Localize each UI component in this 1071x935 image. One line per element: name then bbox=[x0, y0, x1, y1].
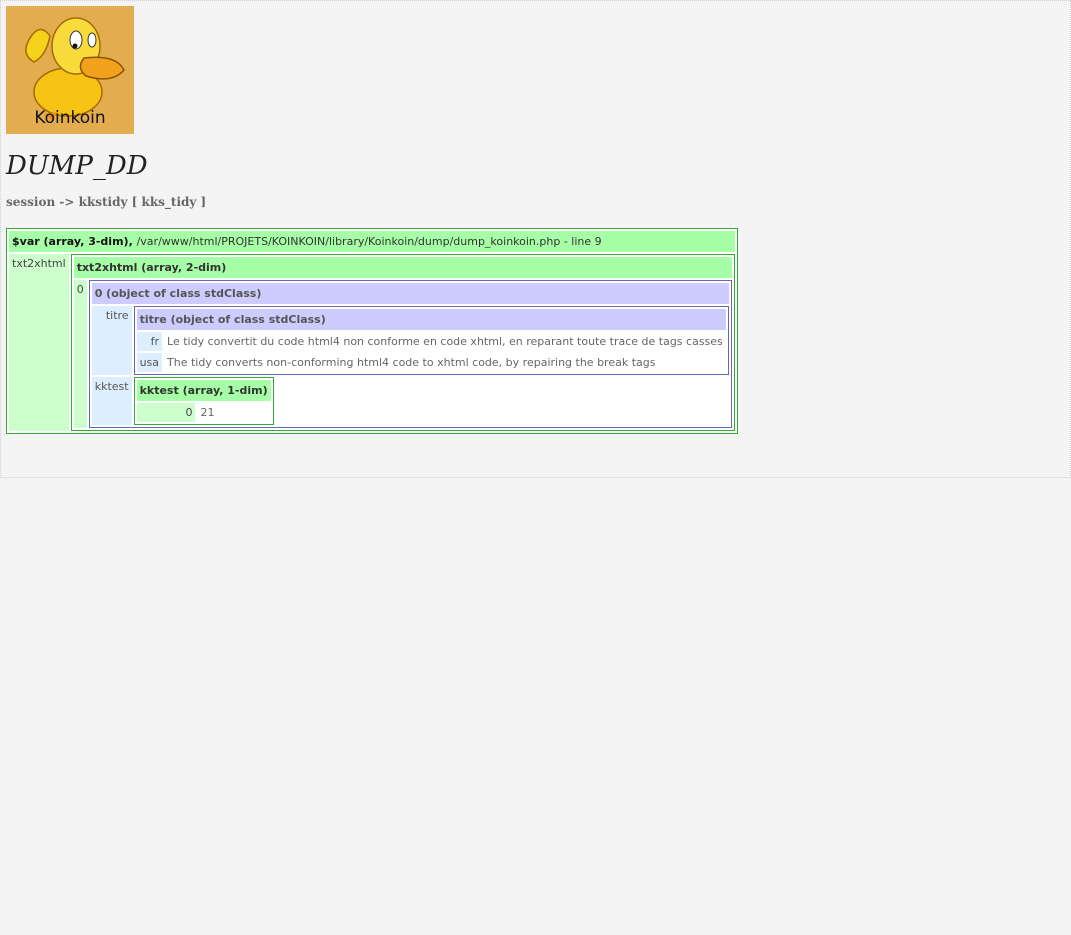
key-0: 0 bbox=[73, 280, 87, 428]
page-title: DUMP_DD bbox=[6, 151, 148, 181]
breadcrumb-key: [ kks_tidy ] bbox=[131, 195, 207, 209]
breadcrumb: session -> kkstidy [ kks_tidy ] bbox=[6, 195, 206, 209]
dump-table-kktest: kktest (array, 1-dim) 0 21 bbox=[133, 377, 274, 425]
key-kktest: kktest bbox=[91, 377, 132, 425]
txt2xhtml-header: txt2xhtml (array, 2-dim) bbox=[73, 257, 732, 278]
dump-header: $var (array, 3-dim), /var/www/html/PROJE… bbox=[9, 231, 735, 252]
logo: Koinkoin bbox=[6, 6, 134, 134]
value-usa: The tidy converts non-conforming html4 c… bbox=[164, 353, 726, 372]
dump-object-0: 0 (object of class stdClass) titre titre… bbox=[88, 280, 732, 428]
object-0-header: 0 (object of class stdClass) bbox=[91, 283, 729, 304]
logo-text: Koinkoin bbox=[34, 108, 106, 128]
table-row: usa The tidy converts non-conforming htm… bbox=[136, 353, 726, 372]
dump-table-var: $var (array, 3-dim), /var/www/html/PROJE… bbox=[6, 228, 738, 434]
titre-header: titre (object of class stdClass) bbox=[136, 309, 726, 330]
dump-table-txt2xhtml: txt2xhtml (array, 2-dim) 0 0 (object of … bbox=[70, 254, 735, 431]
key-fr: fr bbox=[136, 332, 163, 351]
value-21: 21 bbox=[197, 403, 271, 422]
dump-var-label: $var (array, 3-dim), bbox=[12, 235, 133, 248]
key-0: 0 bbox=[136, 403, 196, 422]
breadcrumb-arrow: -> bbox=[59, 195, 75, 209]
value-fr: Le tidy convertit du code html4 non conf… bbox=[164, 332, 726, 351]
key-txt2xhtml: txt2xhtml bbox=[9, 254, 69, 431]
value-cell: titre (object of class stdClass) fr Le t… bbox=[133, 306, 729, 375]
breadcrumb-name: kkstidy bbox=[78, 195, 128, 209]
value-cell: 0 (object of class stdClass) titre titre… bbox=[88, 280, 732, 428]
dump-object-titre: titre (object of class stdClass) fr Le t… bbox=[133, 306, 729, 375]
breadcrumb-context: session bbox=[6, 195, 56, 209]
kktest-header: kktest (array, 1-dim) bbox=[136, 380, 271, 401]
value-cell: txt2xhtml (array, 2-dim) 0 0 (object of … bbox=[70, 254, 735, 431]
table-row: 0 21 bbox=[136, 403, 271, 422]
key-usa: usa bbox=[136, 353, 163, 372]
key-titre: titre bbox=[91, 306, 132, 375]
dump-file-path: /var/www/html/PROJETS/KOINKOIN/library/K… bbox=[136, 235, 602, 248]
value-cell: kktest (array, 1-dim) 0 21 bbox=[133, 377, 729, 425]
table-row: fr Le tidy convertit du code html4 non c… bbox=[136, 332, 726, 351]
